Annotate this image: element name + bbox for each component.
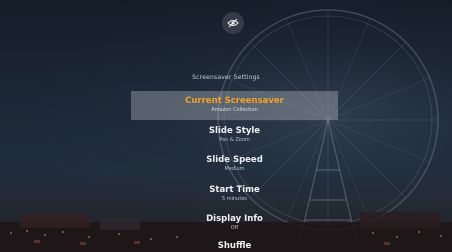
menu-item-label: Display Info — [206, 214, 263, 224]
menu-item-label: Shuffle — [217, 241, 252, 251]
menu-item-shuffle[interactable]: Shuffle — [131, 241, 338, 251]
menu-item-label: Slide Speed — [206, 155, 263, 165]
menu-item-label: Start Time — [209, 185, 260, 195]
menu-item-value: Amazon Collection — [211, 107, 258, 113]
menu-item-value: Pan & Zoom — [219, 137, 250, 143]
hidden-eye-icon-glyph — [227, 18, 239, 28]
menu-item-slide-speed[interactable]: Slide Speed Medium — [131, 155, 338, 173]
menu-item-value: Medium — [224, 166, 245, 172]
menu-item-slide-style[interactable]: Slide Style Pan & Zoom — [131, 126, 338, 144]
screensaver-settings-screen: Screensaver Settings Current Screensaver… — [0, 0, 452, 252]
hidden-eye-icon — [222, 12, 244, 34]
menu-item-value: 5 minutes — [221, 196, 247, 202]
page-title: Screensaver Settings — [192, 74, 260, 81]
menu-item-value: Off — [230, 225, 239, 231]
menu-item-label: Slide Style — [208, 126, 261, 136]
menu-item-current-screensaver[interactable]: Current Screensaver Amazon Collection — [131, 91, 338, 120]
menu-item-label: Current Screensaver — [185, 96, 284, 106]
menu-item-display-info[interactable]: Display Info Off — [131, 214, 338, 232]
menu-item-start-time[interactable]: Start Time 5 minutes — [131, 185, 338, 203]
